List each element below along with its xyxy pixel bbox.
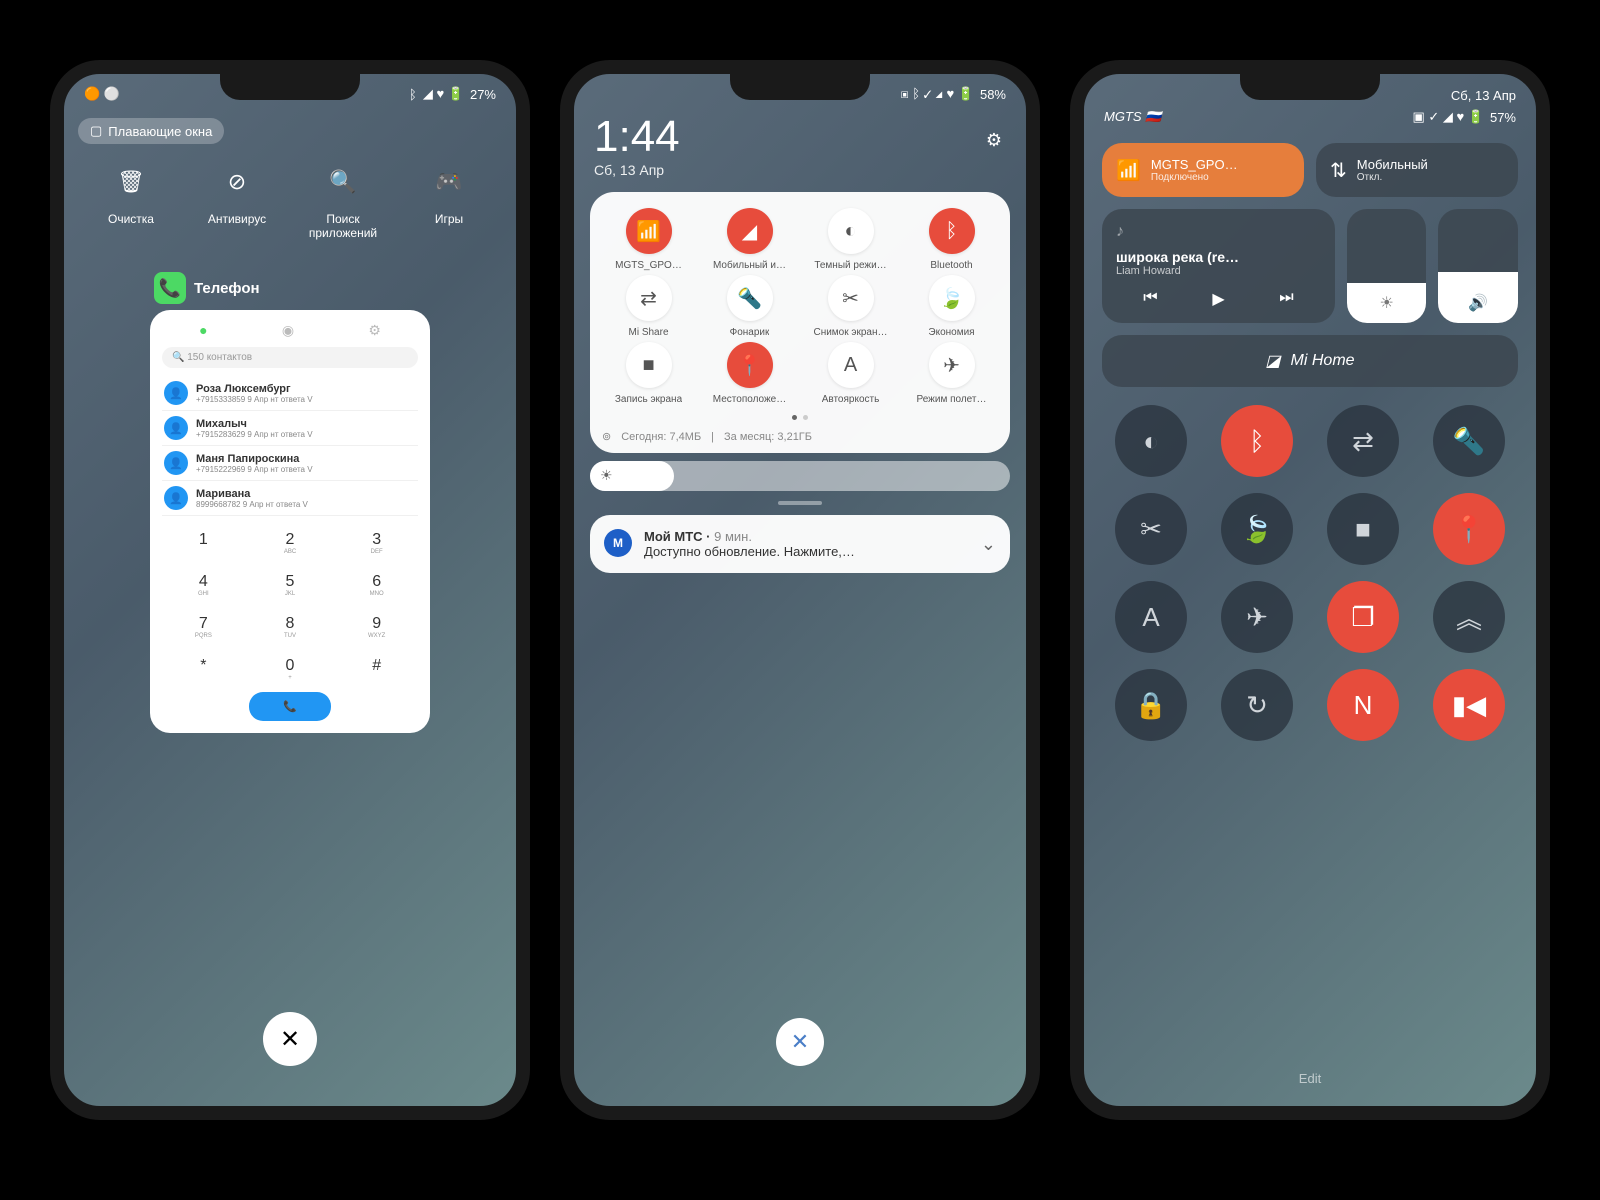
bluetooth-icon: ᛒ [409, 87, 417, 102]
contact-row[interactable]: 👤Маривана8999668782 9 Апр нт ответа V [162, 481, 418, 516]
key-7[interactable]: 7PQRS [162, 608, 245, 646]
cc-toggle[interactable]: ◐ [1115, 405, 1187, 477]
notif-app-icon: М [604, 529, 632, 557]
status-bar: 🟠 ⚪ ᛒ ◢ ♥ 🔋 27% [64, 74, 516, 108]
page-indicator [598, 415, 1002, 420]
toggle-MGTS_GPO…[interactable]: 📶MGTS_GPO… [598, 208, 699, 271]
cc-toggle[interactable]: ✂ [1115, 493, 1187, 565]
tool-Антивирус[interactable]: ⊘Антивирус [197, 160, 277, 240]
key-3[interactable]: 3DEF [335, 524, 418, 562]
cc-toggle[interactable]: ✈ [1221, 581, 1293, 653]
avatar-icon: 👤 [164, 381, 188, 405]
close-button[interactable]: ✕ [263, 1012, 317, 1066]
toggle-Местоположе…[interactable]: 📍Местоположе… [699, 342, 800, 405]
mobile-data-icon: ⇅ [1330, 158, 1347, 183]
phone-app-icon: 📞 [154, 272, 186, 304]
contact-row[interactable]: 👤Маня Папироскина+7915222969 9 Апр нт от… [162, 446, 418, 481]
cc-toggle[interactable]: ↻ [1221, 669, 1293, 741]
avatar-icon: 👤 [164, 416, 188, 440]
cc-toggle[interactable]: ▮◀ [1433, 669, 1505, 741]
toggle-Запись экрана[interactable]: ■Запись экрана [598, 342, 699, 405]
cc-toggle[interactable]: A [1115, 581, 1187, 653]
volume-slider[interactable]: 🔊 [1438, 209, 1518, 323]
wifi-tile[interactable]: 📶 MGTS_GPO…Подключено [1102, 143, 1304, 197]
cc-toggle[interactable]: ᛒ [1221, 405, 1293, 477]
status-bar: Сб, 13 Апр [1084, 74, 1536, 109]
clear-all-button[interactable]: ✕ [776, 1018, 824, 1066]
toggle-Снимок экран…[interactable]: ✂Снимок экран… [800, 275, 901, 338]
mi-home-tile[interactable]: ◪Mi Home [1102, 335, 1518, 387]
status-bar: ▣ ᛒ ✓ ◢ ♥ 🔋 58% [574, 74, 1026, 108]
contact-row[interactable]: 👤Роза Люксембург+7915333859 9 Апр нт отв… [162, 376, 418, 411]
tool-Очистка[interactable]: 🗑Очистка [91, 160, 171, 240]
toggle-Экономия[interactable]: 🍃Экономия [901, 275, 1002, 338]
mobile-data-tile[interactable]: ⇅ МобильныйОткл. [1316, 143, 1518, 197]
mi-home-icon: ◪ [1265, 351, 1280, 371]
cc-toggle[interactable]: N [1327, 669, 1399, 741]
toggle-Фонарик[interactable]: 🔦Фонарик [699, 275, 800, 338]
notification-card[interactable]: М Мой МТС · 9 мин. Доступно обновление. … [590, 515, 1010, 573]
toggle-Темный режи…[interactable]: ◐Темный режи… [800, 208, 901, 271]
call-button[interactable]: 📞 [249, 692, 332, 721]
phone-app-card[interactable]: ● ◉ ⚙ 🔍 150 контактов 👤Роза Люксембург+7… [150, 310, 430, 733]
prev-track-button[interactable]: ⏮ [1143, 289, 1157, 309]
avatar-icon: 👤 [164, 451, 188, 475]
cc-toggle[interactable]: ❐ [1327, 581, 1399, 653]
key-6[interactable]: 6MNO [335, 566, 418, 604]
cc-toggle[interactable]: 🔒 [1115, 669, 1187, 741]
chevron-down-icon[interactable]: ⌄ [981, 534, 996, 555]
key-4[interactable]: 4GHI [162, 566, 245, 604]
cc-toggle[interactable]: 🔦 [1433, 405, 1505, 477]
cc-toggle[interactable]: ■ [1327, 493, 1399, 565]
tab-contacts[interactable]: ◉ [282, 322, 294, 339]
floating-windows-pill[interactable]: ▢ Плавающие окна [78, 118, 224, 144]
app-card-label: 📞 Телефон [154, 272, 516, 304]
key-#[interactable]: # [335, 650, 418, 688]
key-*[interactable]: * [162, 650, 245, 688]
toggle-Режим полет…[interactable]: ✈Режим полет… [901, 342, 1002, 405]
phone-control-center: Сб, 13 Апр MGTS 🇷🇺 ▣ ✓ ◢ ♥ 🔋 57% 📶 MGTS_… [1070, 60, 1550, 1120]
brightness-slider[interactable] [590, 461, 1010, 491]
quick-settings-panel: 📶MGTS_GPO…◢Мобильный и…◐Темный режи…ᛒBlu… [590, 192, 1010, 453]
phone-notification-shade: ▣ ᛒ ✓ ◢ ♥ 🔋 58% 1:44 Сб, 13 Апр ⚙ 📶MGTS_… [560, 60, 1040, 1120]
toggle-Bluetooth[interactable]: ᛒBluetooth [901, 208, 1002, 271]
clock: 1:44 Сб, 13 Апр [574, 108, 1026, 178]
key-5[interactable]: 5JKL [249, 566, 332, 604]
tool-Поиск приложений[interactable]: 🔍Поиск приложений [303, 160, 383, 240]
tool-Игры[interactable]: 🎮Игры [409, 160, 489, 240]
key-1[interactable]: 1 [162, 524, 245, 562]
toggle-Мобильный и…[interactable]: ◢Мобильный и… [699, 208, 800, 271]
avatar-icon: 👤 [164, 486, 188, 510]
data-usage[interactable]: ⊚Сегодня: 7,4МБ|За месяц: 3,21ГБ [602, 430, 998, 443]
drag-handle[interactable] [778, 501, 822, 505]
tab-calls[interactable]: ● [199, 322, 207, 339]
tab-settings[interactable]: ⚙ [368, 322, 381, 339]
music-note-icon: ♪ [1116, 223, 1321, 241]
cc-toggle[interactable]: ︽ [1433, 581, 1505, 653]
toggle-Автояркость[interactable]: AАвтояркость [800, 342, 901, 405]
settings-gear-icon[interactable]: ⚙ [986, 130, 1002, 151]
key-8[interactable]: 8TUV [249, 608, 332, 646]
contact-row[interactable]: 👤Михалыч+7915283629 9 Апр нт ответа V [162, 411, 418, 446]
play-button[interactable]: ▶ [1212, 289, 1224, 309]
key-2[interactable]: 2ABC [249, 524, 332, 562]
phone-recents: 🟠 ⚪ ᛒ ◢ ♥ 🔋 27% ▢ Плавающие окна 🗑Очистк… [50, 60, 530, 1120]
next-track-button[interactable]: ⏭ [1279, 289, 1293, 309]
cc-toggle[interactable]: 📍 [1433, 493, 1505, 565]
cc-toggle[interactable]: 🍃 [1221, 493, 1293, 565]
media-player-tile[interactable]: ♪ широка река (re… Liam Howard ⏮ ▶ ⏭ [1102, 209, 1335, 323]
key-9[interactable]: 9WXYZ [335, 608, 418, 646]
key-0[interactable]: 0+ [249, 650, 332, 688]
search-contacts[interactable]: 🔍 150 контактов [162, 347, 418, 368]
edit-button[interactable]: Edit [1299, 1071, 1321, 1086]
toggle-Mi Share[interactable]: ⇄Mi Share [598, 275, 699, 338]
cc-toggle[interactable]: ⇄ [1327, 405, 1399, 477]
wifi-icon: 📶 [1116, 158, 1141, 183]
brightness-slider[interactable]: ☀ [1347, 209, 1427, 323]
